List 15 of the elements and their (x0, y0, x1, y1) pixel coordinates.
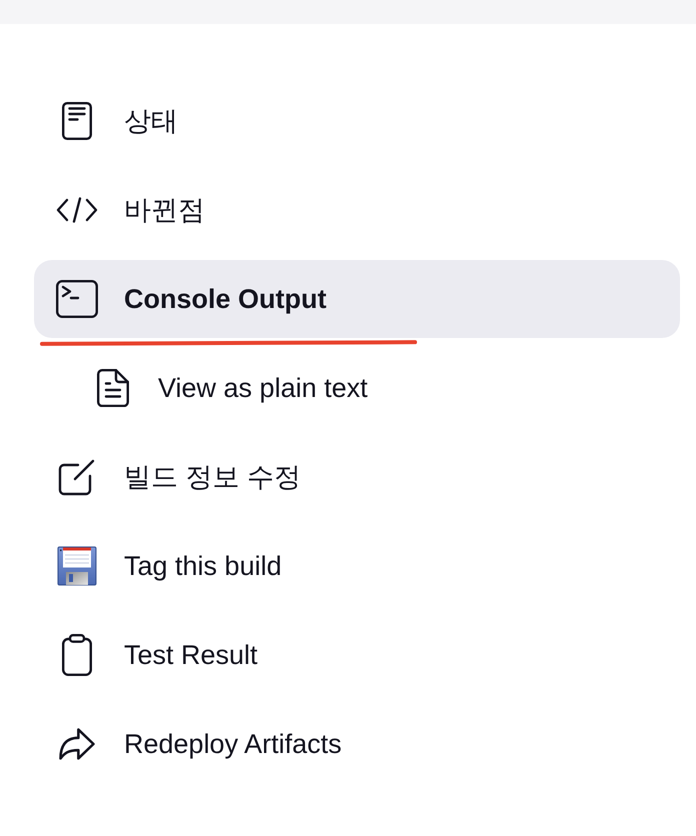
edit-icon (58, 458, 96, 496)
sidebar-item[interactable]: Test Result (34, 616, 680, 694)
sidebar-item[interactable]: 빌드 정보 수정 (34, 438, 680, 516)
sidebar-item[interactable]: View as plain text (34, 349, 680, 427)
sidebar-item[interactable]: 바뀐점 (34, 171, 680, 249)
terminal-icon (56, 280, 98, 318)
code-icon (56, 197, 98, 223)
sidebar-item[interactable]: Console Output (34, 260, 680, 338)
sidebar-item[interactable]: 상태 (34, 82, 680, 160)
file-text-icon (97, 369, 129, 407)
sidebar-item[interactable]: Tag this build (34, 527, 680, 605)
document-icon (62, 102, 92, 140)
sidebar-item[interactable]: Redeploy Artifacts (34, 705, 680, 783)
curved-arrow-icon (59, 728, 95, 760)
clipboard-icon (62, 634, 92, 676)
